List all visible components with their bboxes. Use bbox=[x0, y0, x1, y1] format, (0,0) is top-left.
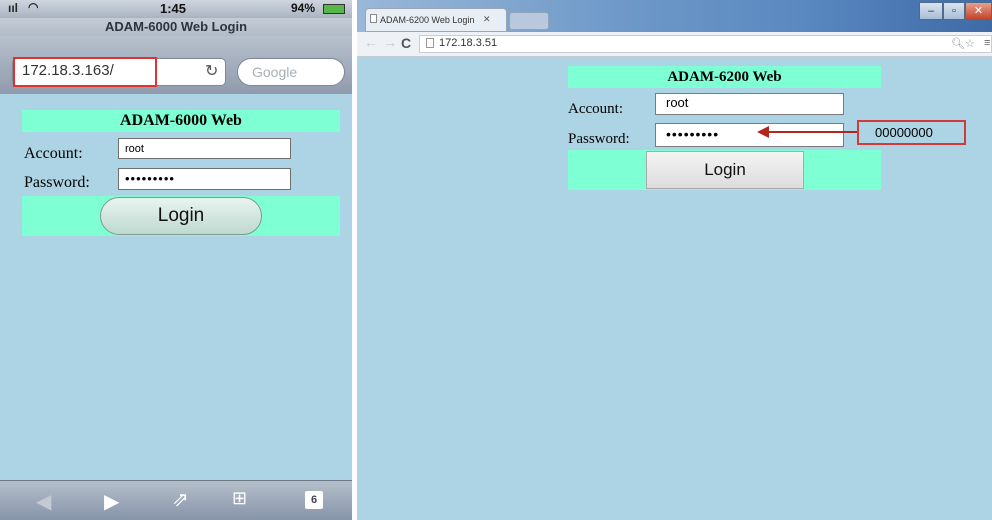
zoom-star-icons[interactable]: 🔍︎☆ bbox=[951, 37, 975, 50]
page-icon bbox=[426, 38, 434, 48]
forward-icon[interactable]: ▶ bbox=[104, 489, 119, 514]
status-time: 1:45 bbox=[160, 1, 187, 16]
login-button[interactable]: Login bbox=[646, 151, 804, 189]
password-input[interactable]: ••••••••• bbox=[655, 123, 844, 147]
password-annotation: 00000000 bbox=[857, 120, 966, 145]
bookmarks-icon[interactable]: ⊞ bbox=[232, 488, 247, 509]
address-text: 172.18.3.51 bbox=[439, 37, 498, 49]
window-controls: – ▫ ✕ bbox=[919, 2, 992, 20]
bottom-toolbar: ◀ ▶ ⇗ ⊞ 6 bbox=[0, 480, 352, 520]
close-tab-icon[interactable]: ✕ bbox=[483, 14, 491, 25]
account-label: Account: bbox=[568, 101, 623, 117]
battery-percent: 94% bbox=[291, 1, 316, 15]
page-title: ADAM-6000 Web Login bbox=[0, 18, 352, 36]
forward-icon[interactable]: → bbox=[383, 34, 397, 50]
account-input[interactable]: root bbox=[118, 138, 291, 159]
form-header: ADAM-6200 Web bbox=[568, 66, 881, 88]
address-bar[interactable] bbox=[419, 35, 992, 53]
page-icon bbox=[370, 14, 377, 23]
annotation-arrow bbox=[765, 131, 857, 133]
share-icon[interactable]: ⇗ bbox=[172, 487, 189, 512]
account-input[interactable]: root bbox=[655, 93, 844, 115]
mobile-safari-screen: ııl ◠ 1:45 94% ADAM-6000 Web Login 172.1… bbox=[0, 0, 352, 520]
back-icon[interactable]: ◀ bbox=[36, 489, 51, 514]
search-field[interactable]: Google bbox=[237, 58, 345, 86]
tabs-icon[interactable]: 6 bbox=[305, 491, 323, 509]
form-header: ADAM-6000 Web bbox=[22, 110, 340, 132]
back-icon[interactable]: ← bbox=[364, 34, 378, 50]
password-label: Password: bbox=[24, 174, 90, 191]
reload-icon[interactable]: ↻ bbox=[205, 61, 218, 81]
new-tab-button[interactable] bbox=[509, 12, 549, 30]
password-input[interactable]: ••••••••• bbox=[118, 168, 291, 190]
wifi-icon: ◠ bbox=[28, 0, 39, 14]
menu-icon[interactable]: ≡ bbox=[984, 37, 990, 49]
address-highlight-box bbox=[13, 57, 157, 87]
reload-icon[interactable]: C bbox=[401, 35, 411, 51]
login-button[interactable]: Login bbox=[100, 197, 262, 235]
maximize-icon[interactable]: ▫ bbox=[943, 2, 965, 20]
password-label: Password: bbox=[568, 131, 630, 147]
minimize-icon[interactable]: – bbox=[919, 2, 943, 20]
status-bar: ııl ◠ 1:45 94% bbox=[0, 0, 352, 18]
account-label: Account: bbox=[24, 145, 83, 162]
desktop-browser-window: ADAM-6200 Web Login ✕ – ▫ ✕ ← → C 172.18… bbox=[357, 0, 992, 520]
annotation-arrowhead bbox=[757, 126, 769, 138]
signal-icon: ııl bbox=[8, 1, 19, 15]
battery-icon bbox=[323, 4, 345, 14]
close-icon[interactable]: ✕ bbox=[965, 2, 992, 20]
